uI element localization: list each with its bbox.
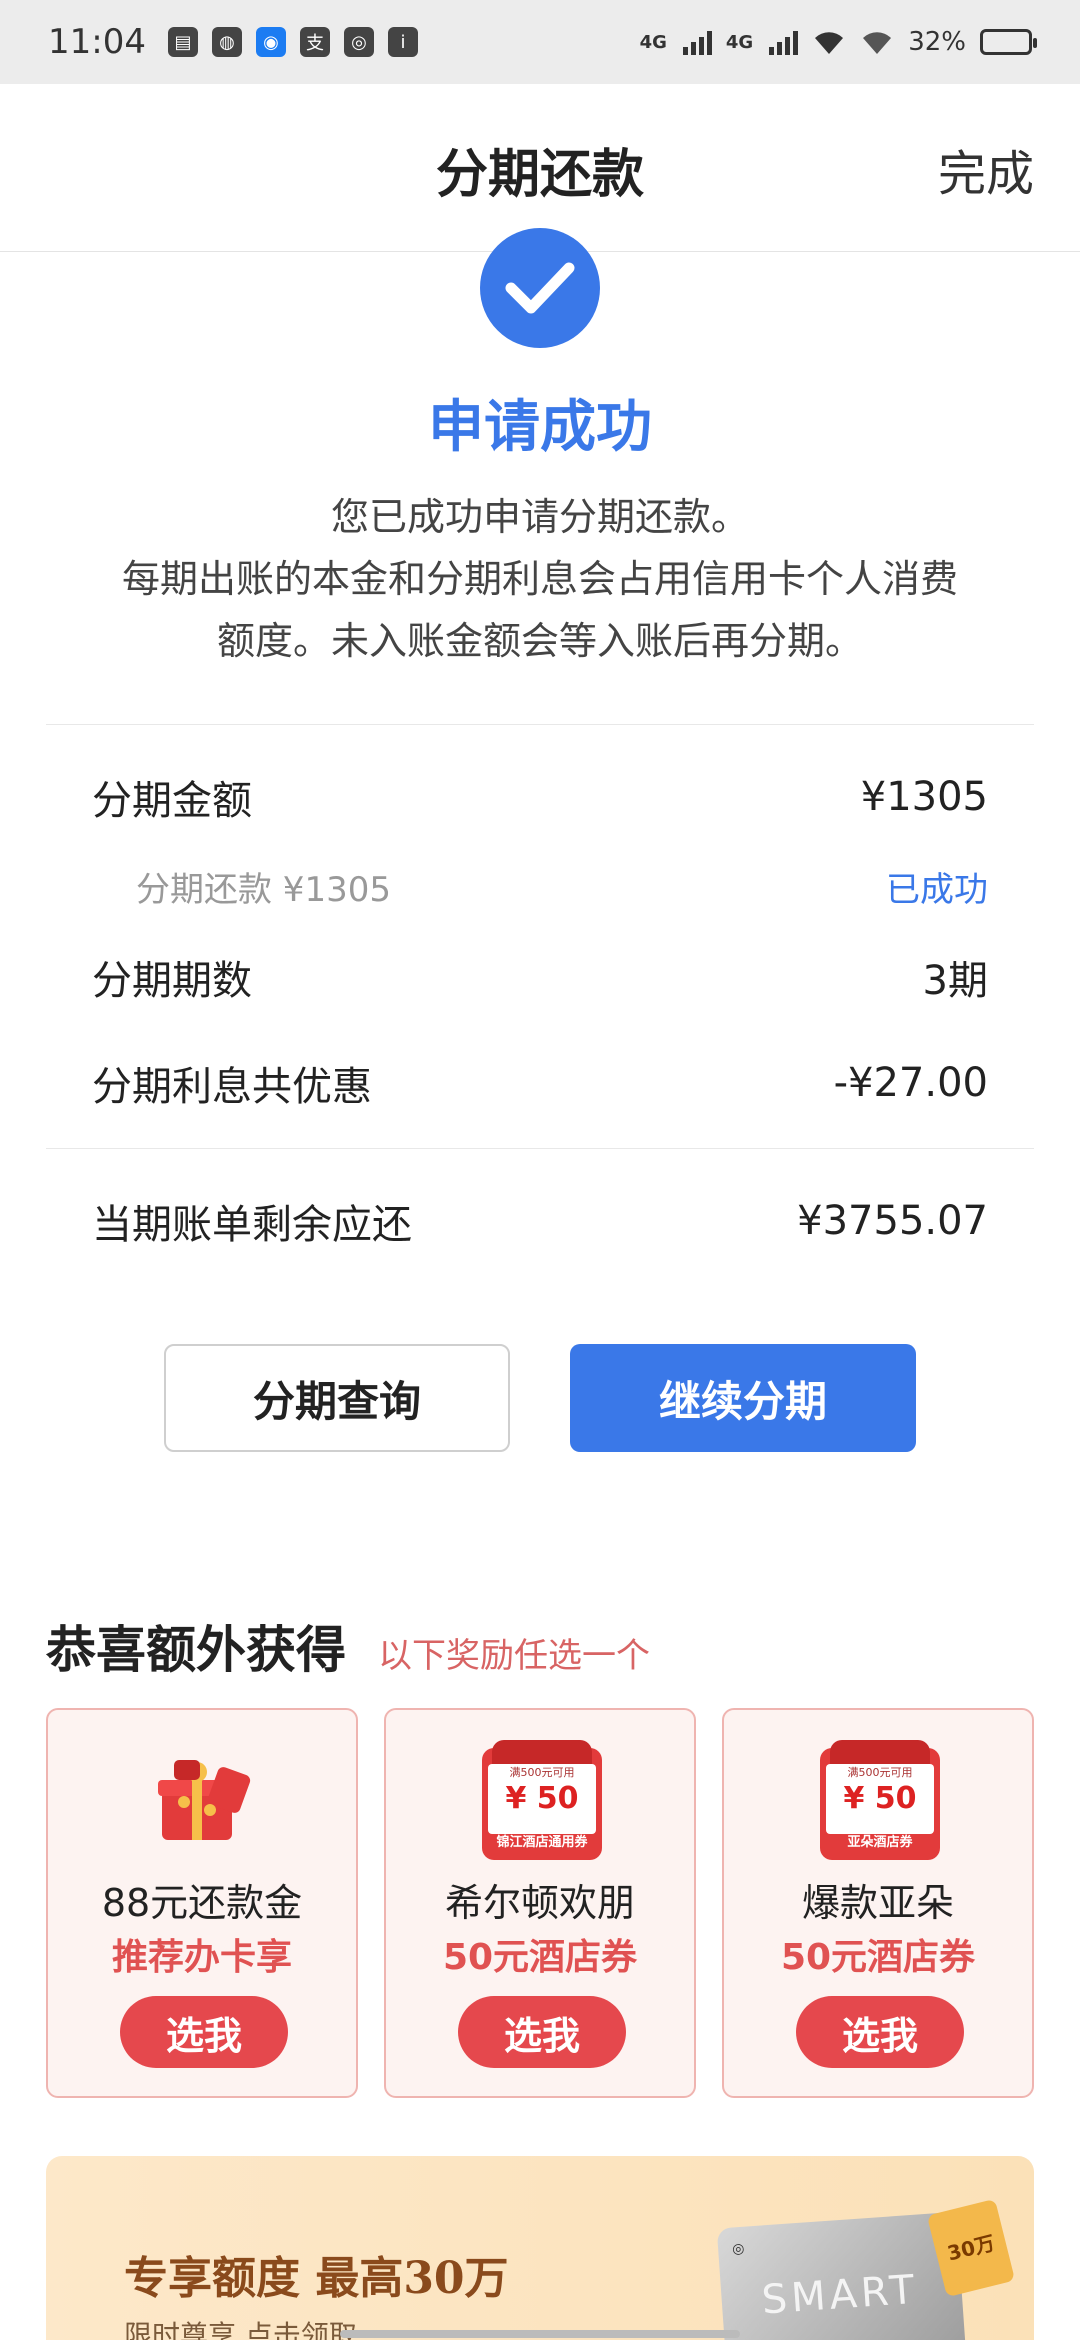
reward-subtitle: 50元酒店券	[780, 1937, 976, 1978]
coupon-amount: ¥ 50	[843, 1781, 917, 1816]
reward-name: 希尔顿欢朋	[444, 1881, 635, 1925]
success-check-icon	[480, 228, 600, 348]
interest-discount-row: 分期利息共优惠 -¥27.00	[92, 1054, 988, 1112]
installment-sub-row: 分期还款 ¥1305 已成功	[136, 862, 988, 911]
remaining-due-value: ¥3755.07	[797, 1198, 988, 1244]
coupon-label: 锦江酒店通用券	[496, 1835, 588, 1850]
battery-icon	[980, 29, 1037, 55]
remaining-due-label: 当期账单剩余应还	[92, 1202, 412, 1248]
continue-installment-button[interactable]: 继续分期	[570, 1344, 916, 1452]
notification-icons: ▤ ◍ ◉ 支 ◎ i	[167, 27, 418, 57]
banner-subtitle: 限时尊享 点击领取	[124, 2319, 357, 2340]
installment-amount-row: 分期金额 ¥1305	[92, 768, 988, 826]
status-right: 4G 4G 32%	[639, 27, 1037, 57]
interest-discount-label: 分期利息共优惠	[92, 1064, 372, 1110]
coupon-amount: ¥ 50	[505, 1781, 579, 1816]
coupon-graphic: 满500元可用 ¥ 50 锦江酒店通用券	[482, 1740, 602, 1860]
credit-card-image: ◎ SMART	[716, 2211, 968, 2340]
reward-subtitle: 以下奖励任选一个	[378, 1636, 650, 1676]
done-button[interactable]: 完成	[938, 134, 1034, 204]
hotel-coupon-icon: 满500元可用 ¥ 50 亚朵酒店券	[820, 1740, 940, 1860]
home-indicator[interactable]	[340, 2330, 740, 2338]
success-desc-line-3: 额度。未入账金额会等入账后再分期。	[216, 619, 863, 663]
status-time: 11:04	[48, 22, 146, 62]
success-title: 申请成功	[428, 395, 652, 460]
reward-card-atour[interactable]: 满500元可用 ¥ 50 亚朵酒店券 爆款亚朵 50元酒店券 选我	[722, 1708, 1034, 2098]
signal-icon-2	[769, 29, 799, 55]
select-reward-button[interactable]: 选我	[796, 1996, 964, 2068]
coupon-condition: 满500元可用	[847, 1766, 913, 1779]
reward-name: 爆款亚朵	[801, 1881, 954, 1925]
installment-amount-label: 分期金额	[92, 778, 252, 824]
interest-discount-value: -¥27.00	[833, 1060, 988, 1106]
union-app-icon: ◎	[343, 27, 374, 57]
reward-header: 恭喜额外获得 以下奖励任选一个	[46, 1610, 650, 1682]
alipay-icon: 支	[299, 27, 330, 57]
nav-bar: 分期还款 完成	[0, 84, 1080, 252]
wifi-icon-2	[863, 32, 892, 54]
status-bar: 11:04 ▤ ◍ ◉ 支 ◎ i 4G 4G 32%	[0, 0, 1080, 84]
iqiyi-icon: i	[387, 27, 418, 57]
card-app-icon: ▤	[167, 27, 198, 57]
divider	[46, 1148, 1034, 1149]
success-desc-line-2: 每期出账的本金和分期利息会占用信用卡个人消费	[121, 557, 958, 601]
installment-sub-status: 已成功	[886, 870, 988, 910]
wechat-icon: ◍	[211, 27, 242, 57]
reward-card-repayment[interactable]: 88元还款金 推荐办卡享 选我	[46, 1708, 358, 2098]
remaining-due-row: 当期账单剩余应还 ¥3755.07	[92, 1192, 988, 1250]
wifi-icon	[815, 32, 844, 54]
page-title: 分期还款	[435, 145, 644, 205]
reward-subtitle: 推荐办卡享	[111, 1937, 292, 1978]
reward-subtitle: 50元酒店券	[442, 1937, 638, 1978]
gift-box-icon	[144, 1740, 264, 1860]
divider	[46, 724, 1034, 725]
installment-sub-label: 分期还款 ¥1305	[136, 870, 391, 910]
success-description: 您已成功申请分期还款。 每期出账的本金和分期利息会占用信用卡个人消费 额度。未入…	[60, 486, 1020, 672]
credit-limit-banner[interactable]: 专享额度 最高30万 限时尊享 点击领取 ◎ SMART 30万	[46, 2156, 1034, 2340]
installment-amount-value: ¥1305	[860, 774, 988, 820]
success-desc-line-1: 您已成功申请分期还款。	[330, 495, 749, 539]
reward-title: 恭喜额外获得	[46, 1621, 346, 1679]
installment-query-button[interactable]: 分期查询	[164, 1344, 510, 1452]
bank-logo-icon: ◎	[731, 2240, 745, 2258]
coupon-graphic: 满500元可用 ¥ 50 亚朵酒店券	[820, 1740, 940, 1860]
signal-icon-1	[682, 29, 712, 55]
installment-periods-value: 3期	[922, 958, 988, 1004]
coupon-label: 亚朵酒店券	[847, 1835, 913, 1850]
hotel-coupon-icon: 满500元可用 ¥ 50 锦江酒店通用券	[482, 1740, 602, 1860]
select-reward-button[interactable]: 选我	[458, 1996, 626, 2068]
installment-periods-row: 分期期数 3期	[92, 948, 988, 1006]
reward-card-hilton[interactable]: 满500元可用 ¥ 50 锦江酒店通用券 希尔顿欢朋 50元酒店券 选我	[384, 1708, 696, 2098]
installment-periods-label: 分期期数	[92, 958, 252, 1004]
select-reward-button[interactable]: 选我	[120, 1996, 288, 2068]
bank-app-icon: ◉	[255, 27, 286, 57]
card-brand-text: SMART	[760, 2266, 920, 2324]
network-4g-label-1: 4G	[639, 31, 667, 53]
network-4g-label-2: 4G	[725, 31, 754, 53]
coupon-condition: 满500元可用	[509, 1766, 575, 1779]
battery-percent: 32%	[908, 27, 966, 57]
reward-name: 88元还款金	[101, 1881, 303, 1925]
banner-title: 专享额度 最高30万	[124, 2253, 509, 2304]
